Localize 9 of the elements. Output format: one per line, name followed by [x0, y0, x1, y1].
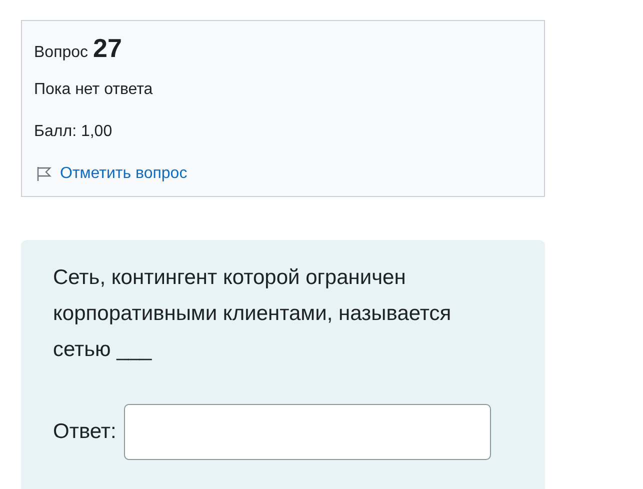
question-number: 27 — [93, 32, 122, 65]
question-label: Вопрос — [34, 43, 88, 63]
question-grade: Балл: 1,00 — [34, 122, 114, 142]
question-status: Пока нет ответа — [34, 80, 154, 100]
question-text: Сеть, контингент которой ограничен корпоративными клиентами, называется сетью ___ — [53, 265, 452, 363]
flag-question-link[interactable]: Отметить вопрос — [60, 162, 188, 186]
flag-icon — [36, 166, 52, 182]
answer-label: Ответ: — [53, 419, 116, 446]
answer-field[interactable] — [124, 404, 492, 460]
